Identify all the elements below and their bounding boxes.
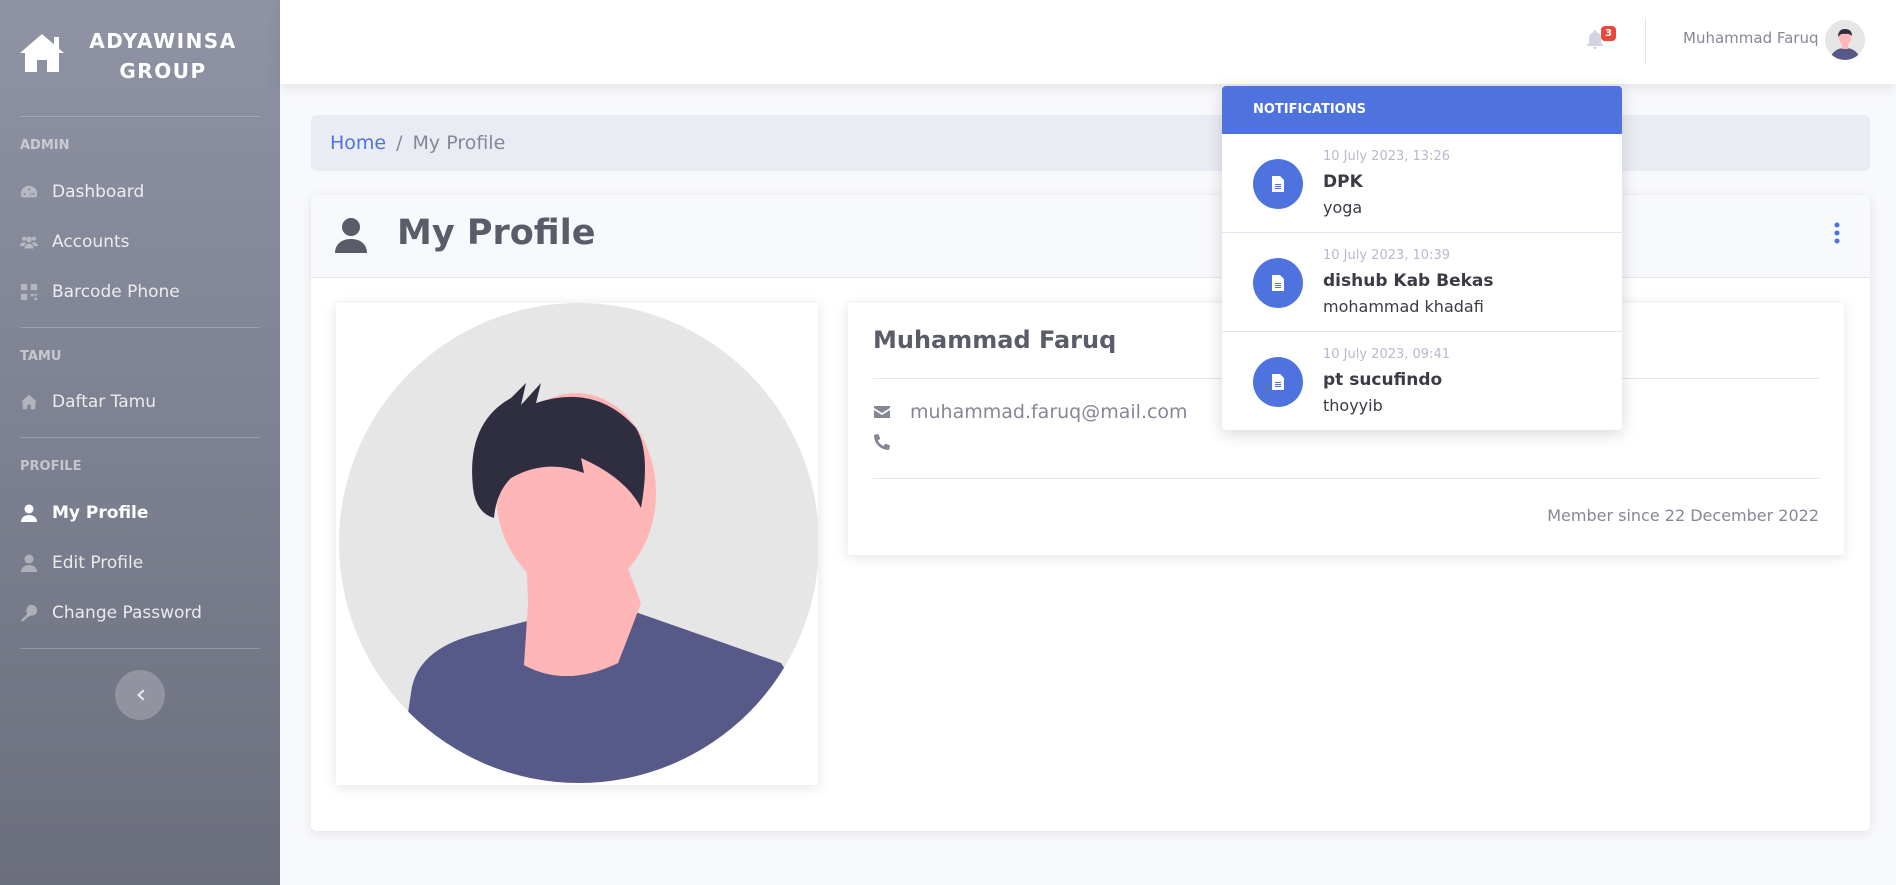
more-options-icon[interactable]	[1829, 221, 1845, 245]
profile-name: Muhammad Faruq	[873, 326, 1117, 354]
topbar-user-name[interactable]: Muhammad Faruq	[1683, 29, 1819, 47]
card-header: My Profile	[311, 195, 1870, 278]
sidebar-item-daftar-tamu[interactable]: Daftar Tamu	[20, 387, 260, 417]
barcode-icon	[20, 282, 52, 302]
sidebar-item-edit-profile[interactable]: Edit Profile	[20, 548, 260, 578]
profile-card: My Profile Muhammad Faruq muhammad.faruq…	[311, 195, 1870, 831]
section-heading-tamu: TAMU	[20, 349, 62, 364]
dashboard-icon	[20, 182, 52, 202]
notification-title: dishub Kab Bekas	[1323, 271, 1494, 291]
notification-time: 10 July 2023, 13:26	[1323, 149, 1450, 164]
sidebar-item-accounts[interactable]: Accounts	[20, 227, 260, 257]
notification-subtitle: thoyyib	[1323, 396, 1383, 415]
notification-title: DPK	[1323, 172, 1363, 192]
user-icon	[20, 503, 52, 523]
topbar-divider	[1645, 18, 1646, 64]
section-heading-profile: PROFILE	[20, 459, 82, 474]
notifications-dropdown: NOTIFICATIONS 10 July 2023, 13:26 DPK yo…	[1222, 86, 1622, 430]
page-title: My Profile	[397, 213, 596, 253]
topbar	[280, 0, 1896, 84]
notification-time: 10 July 2023, 09:41	[1323, 347, 1450, 362]
user-icon	[20, 553, 52, 573]
breadcrumb-current: My Profile	[412, 132, 506, 154]
notification-time: 10 July 2023, 10:39	[1323, 248, 1450, 263]
sidebar-toggle-button[interactable]	[115, 670, 165, 720]
notification-subtitle: mohammad khadafi	[1323, 297, 1484, 316]
user-icon	[335, 217, 367, 253]
home-icon	[20, 392, 52, 412]
phone-row	[873, 430, 910, 454]
brand-text: ADYAWINSA GROUP	[88, 26, 238, 86]
brand[interactable]: ADYAWINSA GROUP	[0, 0, 280, 116]
sidebar: ADYAWINSA GROUP ADMIN Dashboard Accounts…	[0, 0, 280, 885]
breadcrumb: Home / My Profile	[311, 115, 1870, 171]
email-row: muhammad.faruq@mail.com	[873, 400, 1188, 424]
sidebar-item-dashboard[interactable]: Dashboard	[20, 177, 260, 207]
sidebar-item-label: Accounts	[52, 232, 130, 252]
sidebar-divider	[20, 327, 260, 328]
phone-icon	[873, 433, 891, 450]
sidebar-item-label: Dashboard	[52, 182, 145, 202]
notification-count-badge: 3	[1601, 26, 1616, 41]
key-icon	[20, 603, 52, 623]
sidebar-item-label: Edit Profile	[52, 553, 144, 573]
sidebar-divider	[20, 116, 260, 117]
file-icon	[1253, 258, 1303, 308]
info-divider	[873, 478, 1819, 479]
sidebar-divider	[20, 648, 260, 649]
sidebar-item-change-password[interactable]: Change Password	[20, 598, 260, 628]
avatar-illustration	[339, 303, 819, 783]
sidebar-item-label: Change Password	[52, 603, 202, 623]
sidebar-item-barcode-phone[interactable]: Barcode Phone	[20, 277, 260, 307]
profile-photo	[336, 303, 819, 785]
file-icon	[1253, 357, 1303, 407]
chevron-left-icon	[137, 689, 145, 701]
profile-email: muhammad.faruq@mail.com	[910, 401, 1188, 423]
notifications-header: NOTIFICATIONS	[1222, 86, 1622, 134]
notification-item[interactable]: 10 July 2023, 13:26 DPK yoga	[1222, 134, 1622, 233]
brand-line-2: GROUP	[119, 59, 207, 83]
brand-line-1: ADYAWINSA	[89, 29, 237, 53]
users-icon	[20, 232, 52, 252]
notification-title: pt sucufindo	[1323, 370, 1443, 390]
sidebar-item-label: Barcode Phone	[52, 282, 180, 302]
notification-item[interactable]: 10 July 2023, 10:39 dishub Kab Bekas moh…	[1222, 233, 1622, 332]
notification-subtitle: yoga	[1323, 198, 1363, 217]
member-since: Member since 22 December 2022	[1547, 506, 1819, 525]
sidebar-item-label: My Profile	[52, 503, 149, 523]
breadcrumb-home-link[interactable]: Home	[330, 132, 386, 154]
section-heading-admin: ADMIN	[20, 138, 70, 153]
sidebar-divider	[20, 437, 260, 438]
sidebar-item-my-profile[interactable]: My Profile	[20, 498, 260, 528]
avatar[interactable]	[1825, 20, 1865, 60]
breadcrumb-separator: /	[396, 132, 403, 154]
home-icon	[20, 34, 64, 72]
envelope-icon	[874, 406, 890, 418]
sidebar-item-label: Daftar Tamu	[52, 392, 156, 412]
file-icon	[1253, 159, 1303, 209]
notification-item[interactable]: 10 July 2023, 09:41 pt sucufindo thoyyib	[1222, 332, 1622, 430]
